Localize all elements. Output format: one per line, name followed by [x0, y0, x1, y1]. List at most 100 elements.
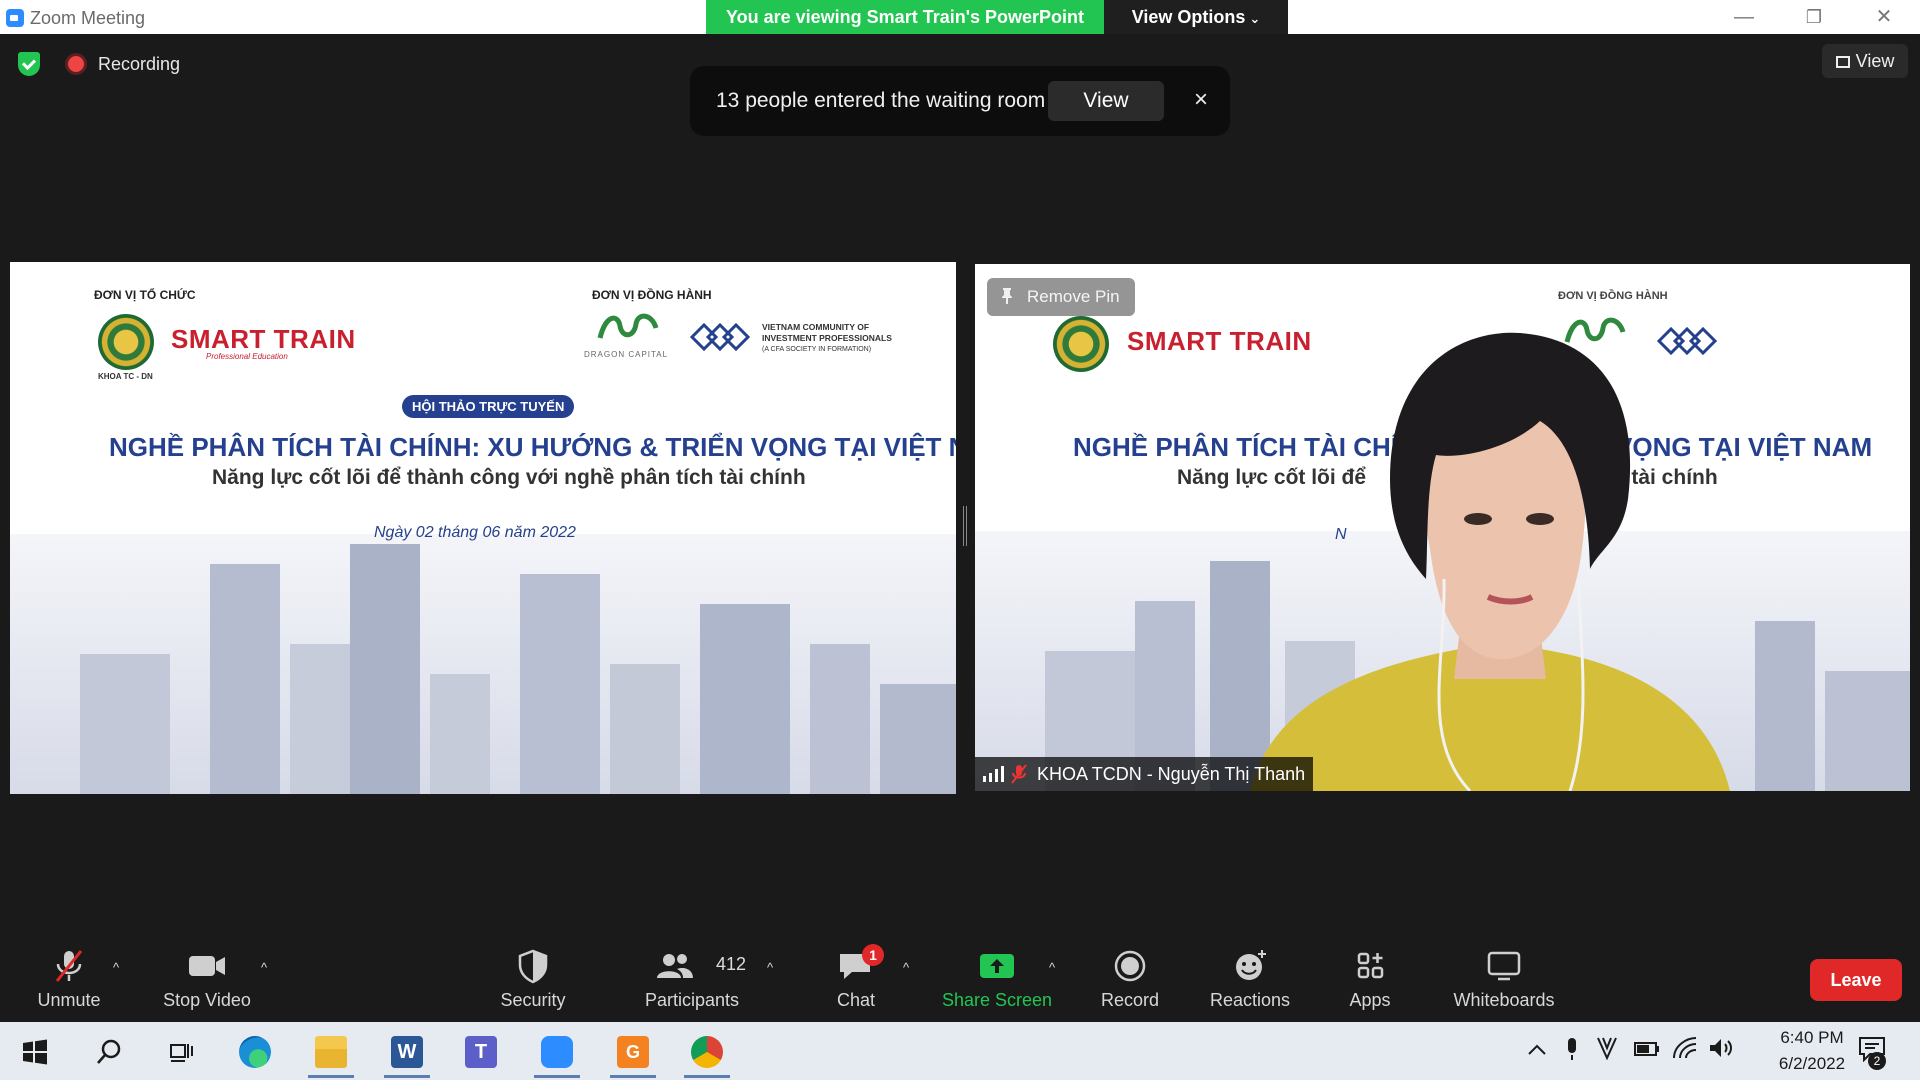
window-title: Zoom Meeting — [30, 8, 146, 28]
windows-taskbar: W T G — [0, 1022, 1920, 1080]
show-hidden-icons-chevron-up-icon[interactable] — [1526, 1040, 1548, 1060]
word-icon: W — [391, 1036, 423, 1068]
university-seal-logo — [98, 314, 154, 370]
security-label: Security — [500, 990, 566, 1010]
share-options-chevron-up-icon[interactable]: ^ — [1044, 960, 1060, 975]
participants-count: 412 — [716, 954, 747, 974]
waiting-room-view-button[interactable]: View — [1048, 81, 1164, 121]
smart-train-logo: SMART TRAIN — [171, 324, 356, 354]
chat-label: Chat — [836, 990, 876, 1010]
partner-label: ĐƠN VỊ ĐỒNG HÀNH — [592, 288, 712, 302]
apps-grid-icon — [1357, 952, 1384, 979]
remove-pin-button[interactable]: Remove Pin — [987, 278, 1135, 316]
muted-microphone-icon — [55, 950, 83, 982]
leave-meeting-button[interactable]: Leave — [1810, 959, 1902, 1001]
minimize-button[interactable]: — — [1710, 0, 1778, 34]
pdf-reader-icon: G — [617, 1036, 649, 1068]
share-screen-button[interactable]: Share Screen — [936, 932, 1058, 1022]
taskbar-clock-date[interactable]: 6/2/2022 — [1752, 1054, 1872, 1074]
recording-label: Recording — [98, 54, 181, 74]
security-shield-icon — [518, 949, 548, 984]
waiting-room-notification: 13 people entered the waiting room View … — [690, 66, 1230, 136]
bg-partner-label: ĐƠN VỊ ĐỒNG HÀNH — [1558, 290, 1668, 302]
record-icon — [1114, 950, 1146, 982]
taskbar-word[interactable]: W — [376, 1028, 438, 1078]
signal-strength-icon — [983, 766, 1004, 782]
notification-count-badge: 2 — [1868, 1052, 1886, 1070]
volume-icon[interactable] — [1708, 1036, 1734, 1060]
window-title-bar: Zoom Meeting You are viewing Smart Train… — [0, 0, 1920, 34]
view-options-label: View Options — [1131, 7, 1246, 27]
microphone-tray-icon[interactable] — [1564, 1036, 1580, 1062]
slide-title: NGHỀ PHÂN TÍCH TÀI CHÍNH: XU HƯỚNG & TRI… — [109, 432, 956, 462]
chrome-icon — [691, 1036, 723, 1068]
chat-options-chevron-up-icon[interactable]: ^ — [898, 960, 914, 975]
close-icon[interactable]: × — [1184, 83, 1218, 117]
recording-indicator-icon — [68, 56, 84, 72]
muted-mic-icon — [1011, 764, 1027, 784]
search-button[interactable] — [78, 1028, 140, 1078]
view-options-button[interactable]: View Options ⌄ — [1104, 0, 1288, 34]
taskbar-edge[interactable] — [224, 1028, 286, 1078]
taskbar-clock-time[interactable]: 6:40 PM — [1752, 1028, 1872, 1048]
encryption-shield-icon[interactable] — [18, 52, 40, 76]
dragon-capital-caption: DRAGON CAPITAL — [584, 350, 669, 359]
taskbar-file-explorer[interactable] — [300, 1028, 362, 1078]
whiteboard-icon — [1487, 951, 1521, 981]
wifi-icon[interactable] — [1672, 1036, 1698, 1060]
cfa-society-logo — [690, 322, 751, 352]
audio-options-chevron-up-icon[interactable]: ^ — [108, 960, 124, 975]
unmute-button[interactable]: Unmute — [22, 932, 116, 1022]
tile-resize-handle[interactable] — [963, 506, 967, 546]
stop-video-button[interactable]: Stop Video — [154, 932, 260, 1022]
share-screen-icon — [980, 954, 1014, 978]
meeting-controls-toolbar: Unmute Stop Video Security 412 Participa… — [0, 932, 1920, 1022]
whiteboards-button[interactable]: Whiteboards — [1444, 932, 1564, 1022]
stop-video-label: Stop Video — [163, 990, 251, 1010]
chat-button[interactable]: 1 Chat — [818, 932, 894, 1022]
apps-button[interactable]: Apps — [1332, 932, 1408, 1022]
participant-video-image — [1250, 332, 1730, 791]
edge-browser-icon — [239, 1036, 271, 1068]
security-button[interactable]: Security — [488, 932, 578, 1022]
slide-skyline-background — [10, 534, 956, 794]
chat-unread-badge: 1 — [862, 944, 884, 966]
view-layout-label: View — [1855, 51, 1895, 71]
video-camera-icon — [189, 956, 225, 976]
vpn-tray-icon[interactable] — [1596, 1036, 1618, 1060]
view-layout-button[interactable]: View — [1822, 44, 1908, 78]
whiteboards-label: Whiteboards — [1453, 990, 1555, 1010]
slide-subtitle: Năng lực cốt lõi để thành công với nghề … — [212, 466, 806, 489]
pin-icon — [1002, 288, 1012, 304]
zoom-app-icon — [541, 1036, 573, 1068]
participants-options-chevron-up-icon[interactable]: ^ — [762, 960, 778, 975]
participants-button[interactable]: 412 Participants — [632, 932, 752, 1022]
taskbar-pdf[interactable]: G — [602, 1028, 664, 1078]
participant-name-tag: KHOA TCDN - Nguyễn Thị Thanh — [975, 757, 1314, 791]
shared-screen-tile[interactable]: ĐƠN VỊ TỔ CHỨC KHOA TC - DN SMART TRAIN … — [10, 262, 956, 794]
video-options-chevron-up-icon[interactable]: ^ — [256, 960, 272, 975]
viewing-share-banner: You are viewing Smart Train's PowerPoint — [706, 0, 1104, 34]
participant-video-tile[interactable]: ĐƠN VỊ ĐỒNG HÀNH SMART TRAIN NGHỀ PHÂN T… — [975, 264, 1910, 791]
reactions-label: Reactions — [1209, 990, 1291, 1010]
record-label: Record — [1100, 990, 1160, 1010]
participant-name: KHOA TCDN - Nguyễn Thị Thanh — [1037, 764, 1306, 784]
apps-label: Apps — [1349, 990, 1391, 1010]
unmute-label: Unmute — [37, 990, 101, 1010]
webinar-pill-label: HỘI THẢO TRỰC TUYẾN — [402, 395, 575, 418]
taskbar-chrome[interactable] — [676, 1028, 738, 1078]
taskbar-zoom[interactable] — [526, 1028, 588, 1078]
participants-icon — [657, 954, 694, 978]
start-button[interactable] — [4, 1028, 66, 1078]
maximize-button[interactable]: ❐ — [1780, 0, 1848, 34]
windows-start-icon — [23, 1039, 47, 1065]
taskbar-teams[interactable]: T — [450, 1028, 512, 1078]
record-button[interactable]: Record — [1092, 932, 1168, 1022]
reactions-button[interactable]: Reactions — [1202, 932, 1298, 1022]
battery-icon[interactable] — [1634, 1040, 1660, 1058]
remove-pin-label: Remove Pin — [1027, 287, 1120, 306]
waiting-room-message: 13 people entered the waiting room — [716, 89, 1046, 112]
close-window-button[interactable]: ✕ — [1850, 0, 1918, 34]
teams-icon: T — [465, 1036, 497, 1068]
task-view-button[interactable] — [150, 1028, 212, 1078]
